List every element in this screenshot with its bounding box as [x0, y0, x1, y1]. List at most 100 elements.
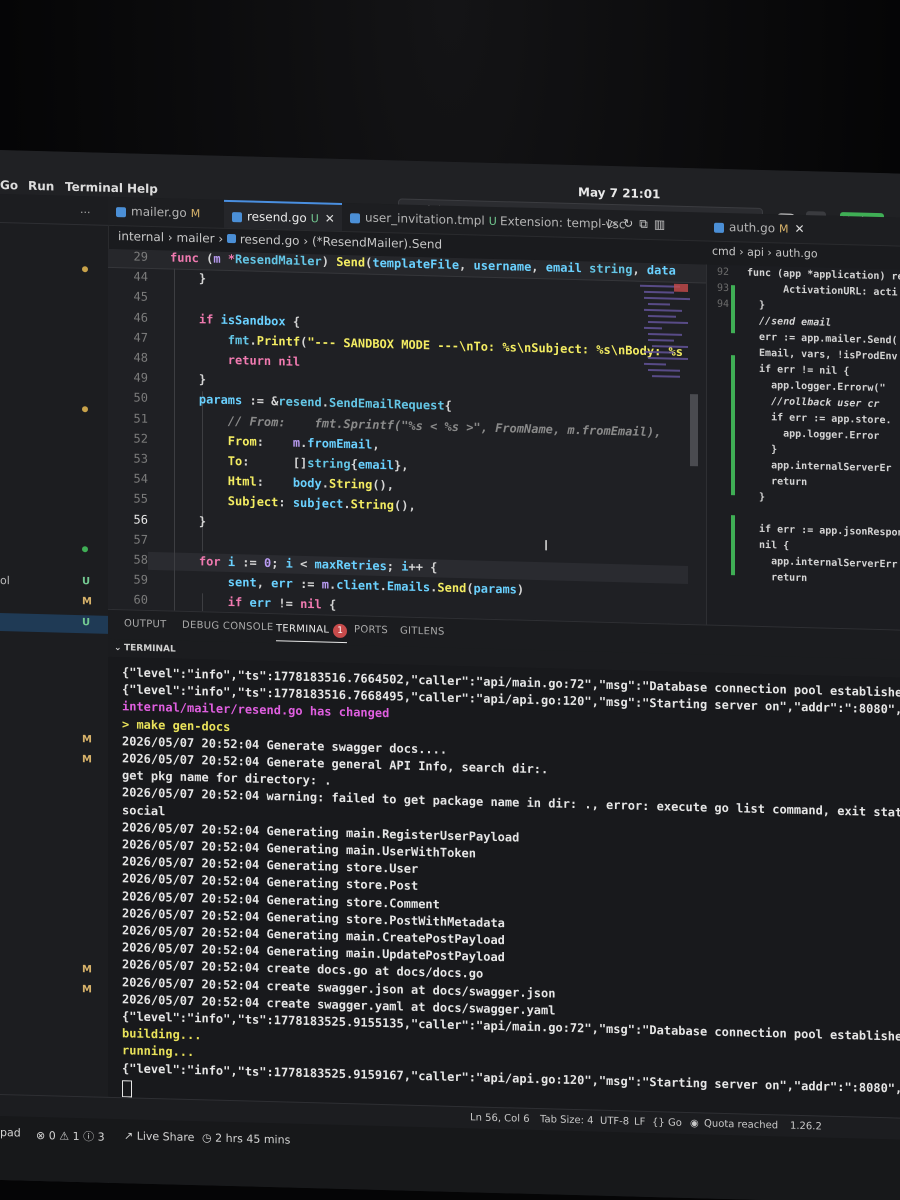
close-icon[interactable]: ✕ — [325, 212, 335, 226]
sidebar-item-status-dot — [82, 266, 88, 273]
tab-output[interactable]: OUTPUT — [124, 618, 167, 630]
line-number: 54 — [133, 471, 148, 487]
code-line: return — [747, 475, 808, 489]
sidebar-item-mark: U — [82, 576, 91, 588]
refresh-icon[interactable]: ↻ — [623, 216, 639, 230]
wakatime-timer[interactable]: ◷ 2 hrs 45 mins — [202, 1131, 290, 1146]
encoding[interactable]: UTF-8 — [600, 1116, 629, 1128]
line-number: 60 — [133, 592, 148, 608]
problems-summary[interactable]: ⊗ 0 ⚠ 1 ⓘ 3 — [36, 1127, 105, 1145]
line-number — [707, 491, 729, 492]
code-line: if err := app.jsonRespon — [747, 523, 900, 539]
breadcrumb-item[interactable]: auth.go — [775, 246, 817, 260]
code-token: ResendMailer — [235, 252, 322, 269]
code-token: * — [227, 251, 236, 267]
go-version[interactable]: 1.26.2 — [790, 1121, 822, 1133]
tab-extension[interactable]: Extension: templ-vsc — [500, 207, 625, 238]
code-token: : [] — [242, 454, 308, 471]
menu-run[interactable]: Run — [28, 179, 54, 194]
breadcrumb-item[interactable]: cmd — [712, 245, 736, 259]
terminal-output[interactable]: {"level":"info","ts":1778183516.7664502,… — [108, 656, 900, 1118]
terminal-line: running... — [122, 1043, 195, 1060]
code-line: app.internalServerErr — [747, 555, 898, 571]
code-token: nil — [278, 354, 301, 369]
menu-go[interactable]: Go — [0, 178, 18, 192]
editor-scrollbar[interactable] — [690, 394, 698, 467]
language-mode[interactable]: Go — [668, 1117, 682, 1128]
code-token: ) — [321, 254, 337, 269]
tab-auth-go[interactable]: auth.go M ✕ — [708, 213, 824, 244]
line-number: 55 — [133, 491, 148, 507]
line-number: 59 — [133, 572, 148, 588]
menu-help[interactable]: Help — [127, 181, 158, 196]
chevron-down-icon[interactable]: ⌄ — [114, 643, 122, 653]
tab-untracked-mark: U — [488, 214, 497, 229]
tab-modified-mark: M — [779, 222, 789, 236]
breadcrumb-item[interactable]: mailer — [177, 231, 215, 246]
line-number: 46 — [133, 310, 148, 325]
code-token: params — [473, 581, 517, 597]
tab-label: user_invitation.tmpl — [365, 210, 485, 228]
tab-resend-go[interactable]: resend.go U ✕ — [224, 199, 342, 231]
tab-terminal[interactable]: TERMINAL 1 — [276, 622, 348, 644]
code-line: } — [747, 299, 766, 312]
tab-user-invitation[interactable]: user_invitation.tmpl U — [350, 203, 500, 235]
sidebar-item-selected[interactable] — [0, 613, 108, 634]
code-editor[interactable]: 2944454647484950515253545556575859606162… — [108, 248, 706, 625]
line-number — [707, 443, 729, 444]
tab-size[interactable]: Tab Size: 4 — [540, 1114, 594, 1126]
line-number: 53 — [133, 451, 148, 466]
terminal-line: 2026/05/07 20:52:04 warning: failed to g… — [122, 785, 900, 821]
tab-ports[interactable]: PORTS — [354, 624, 388, 636]
menu-terminal[interactable]: Terminal — [65, 180, 123, 196]
code-token: String — [350, 497, 394, 513]
end-of-line[interactable]: LF — [634, 1117, 645, 1128]
tab-gitlens[interactable]: GITLENS — [400, 625, 445, 637]
code-token: if — [198, 311, 221, 327]
code-token: Printf — [256, 333, 301, 349]
breadcrumb-item[interactable]: internal — [118, 229, 164, 244]
code-token: , — [531, 259, 546, 275]
code-token: string — [589, 261, 633, 277]
tab-mailer-go[interactable]: mailer.go M — [116, 197, 224, 228]
sidebar-item-mark: M — [82, 964, 92, 976]
tab-debug-console[interactable]: DEBUG CONSOLE — [182, 620, 273, 633]
git-change-bar — [731, 355, 735, 496]
tab-label: TERMINAL — [276, 623, 330, 636]
code-line: Email, vars, !isProdEnv — [747, 347, 898, 363]
split-editor-icon[interactable]: ▥ — [654, 217, 671, 231]
code-token: { — [285, 314, 301, 329]
copy-icon[interactable]: ⧉ — [639, 217, 654, 231]
clock-icon: ◷ — [202, 1131, 212, 1145]
split-code-editor[interactable]: 92 func (app *application) re 93 Activatio… — [706, 264, 900, 630]
sidebar-item-label[interactable]: ol — [0, 574, 10, 587]
code-line: if err != nil { — [747, 363, 850, 378]
close-icon[interactable]: ✕ — [795, 222, 805, 236]
cursor-position[interactable]: Ln 56, Col 6 — [470, 1112, 530, 1125]
info-count: 3 — [97, 1130, 105, 1144]
quota-status[interactable]: Quota reached — [704, 1118, 778, 1131]
code-token: client — [336, 577, 380, 594]
live-share-button[interactable]: ↗ Live Share — [124, 1129, 194, 1144]
more-actions-icon[interactable]: ··· — [80, 206, 91, 219]
code-token: To — [227, 453, 243, 469]
breadcrumb-item[interactable]: api — [747, 246, 764, 259]
line-number: 92 — [716, 266, 729, 279]
code-line: Subject: subject.String(), — [170, 493, 416, 513]
line-number — [707, 315, 729, 316]
run-icon[interactable]: ▷ — [608, 216, 623, 230]
code-token: data — [646, 262, 676, 278]
minimap[interactable] — [638, 283, 696, 395]
line-number — [707, 539, 729, 540]
editor-actions: ▷↻⧉▥ — [608, 216, 671, 233]
terminal-line: > make gen-docs — [122, 716, 231, 734]
tab-label: Extension: templ-vsc — [500, 214, 626, 232]
line-number — [707, 379, 729, 380]
git-change-bar — [731, 285, 735, 334]
sidebar-item-mark: M — [82, 754, 92, 766]
code-token: Emails — [386, 579, 431, 595]
breadcrumb-item[interactable]: resend.go — [240, 232, 300, 248]
breadcrumb-item[interactable]: (*ResendMailer).Send — [312, 234, 442, 251]
